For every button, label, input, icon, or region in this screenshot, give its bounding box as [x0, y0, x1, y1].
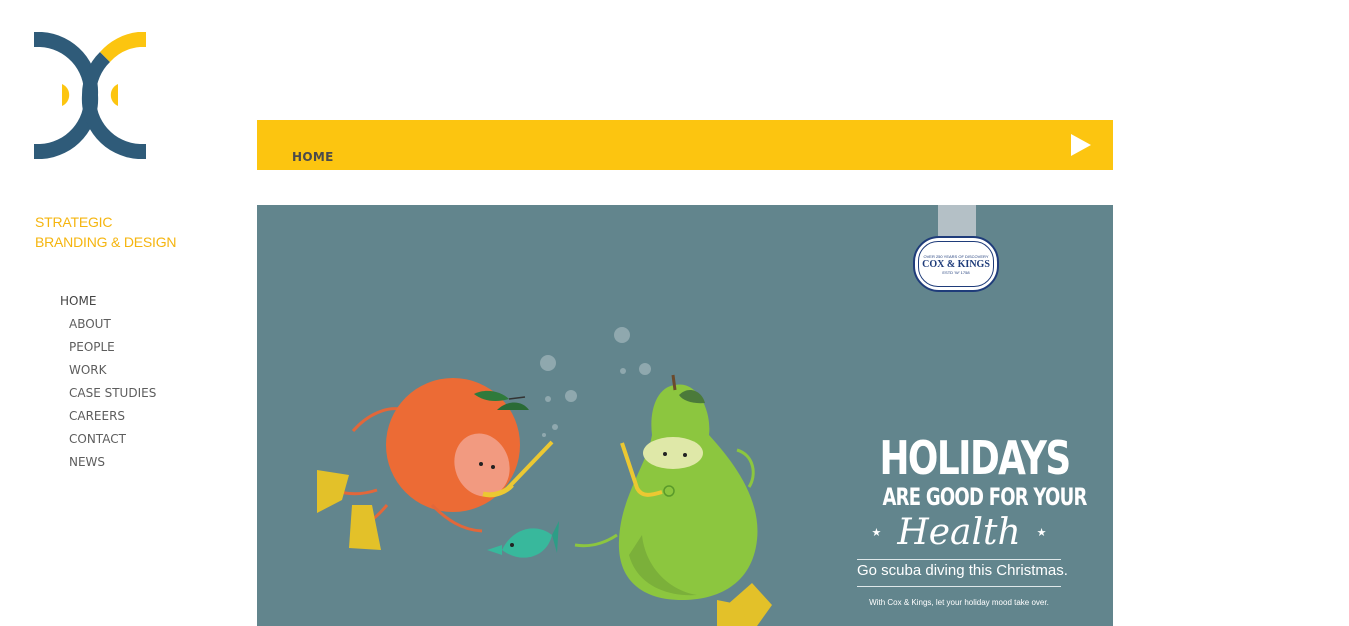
nav-item-work[interactable]: WORK — [60, 361, 156, 384]
client-logo-badge[interactable]: OVER 250 YEARS OF DISCOVERY COX & KINGS … — [913, 236, 999, 292]
sidebar-nav: HOME ABOUT PEOPLE WORK CASE STUDIES CARE… — [60, 292, 156, 476]
banner-footnote: With Cox & Kings, let your holiday mood … — [869, 598, 1049, 607]
orange-character-illustration — [317, 378, 554, 550]
banner-headline: HOLIDAYS — [879, 431, 1071, 485]
banner-script-word: Health — [897, 512, 1021, 553]
banner-script-row: ★ Health ★ — [857, 511, 1061, 555]
banner-tagline: Go scuba diving this Christmas. — [857, 562, 1068, 579]
star-icon: ★ — [871, 526, 882, 539]
brand-tagline: STRATEGIC BRANDING & DESIGN — [35, 212, 176, 252]
nav-item-people[interactable]: PEOPLE — [60, 338, 156, 361]
star-icon: ★ — [1036, 526, 1047, 539]
banner-headline-block: HOLIDAYS ARE GOOD FOR YOUR ★ Health ★ Go… — [857, 431, 1088, 609]
header-bar: HOME — [257, 120, 1113, 170]
divider-line — [857, 586, 1061, 587]
pear-character-illustration — [574, 374, 772, 626]
breadcrumb[interactable]: HOME — [292, 150, 334, 164]
banner-subheadline: ARE GOOD FOR YOUR — [882, 483, 1088, 511]
bubbles-illustration — [540, 327, 651, 437]
tagline-line-2: BRANDING & DESIGN — [35, 234, 177, 250]
client-logo-name: COX & KINGS — [922, 258, 990, 270]
play-icon[interactable] — [1069, 134, 1091, 156]
nav-item-case-studies[interactable]: CASE STUDIES — [60, 384, 156, 407]
client-logo-arc-bottom: ESTD ’W’ 1758 — [942, 269, 970, 275]
tagline-line-1: STRATEGIC — [35, 214, 113, 230]
nav-item-careers[interactable]: CAREERS — [60, 407, 156, 430]
company-logo[interactable] — [34, 32, 146, 159]
hero-banner[interactable]: OVER 250 YEARS OF DISCOVERY COX & KINGS … — [257, 205, 1113, 626]
client-logo-inner: OVER 250 YEARS OF DISCOVERY COX & KINGS … — [918, 241, 994, 287]
nav-item-about[interactable]: ABOUT — [60, 315, 156, 338]
fish-illustration — [487, 521, 559, 558]
logo-ribbon — [938, 205, 976, 240]
nav-item-news[interactable]: NEWS — [60, 453, 156, 476]
nav-item-home[interactable]: HOME — [60, 292, 156, 315]
nav-item-contact[interactable]: CONTACT — [60, 430, 156, 453]
